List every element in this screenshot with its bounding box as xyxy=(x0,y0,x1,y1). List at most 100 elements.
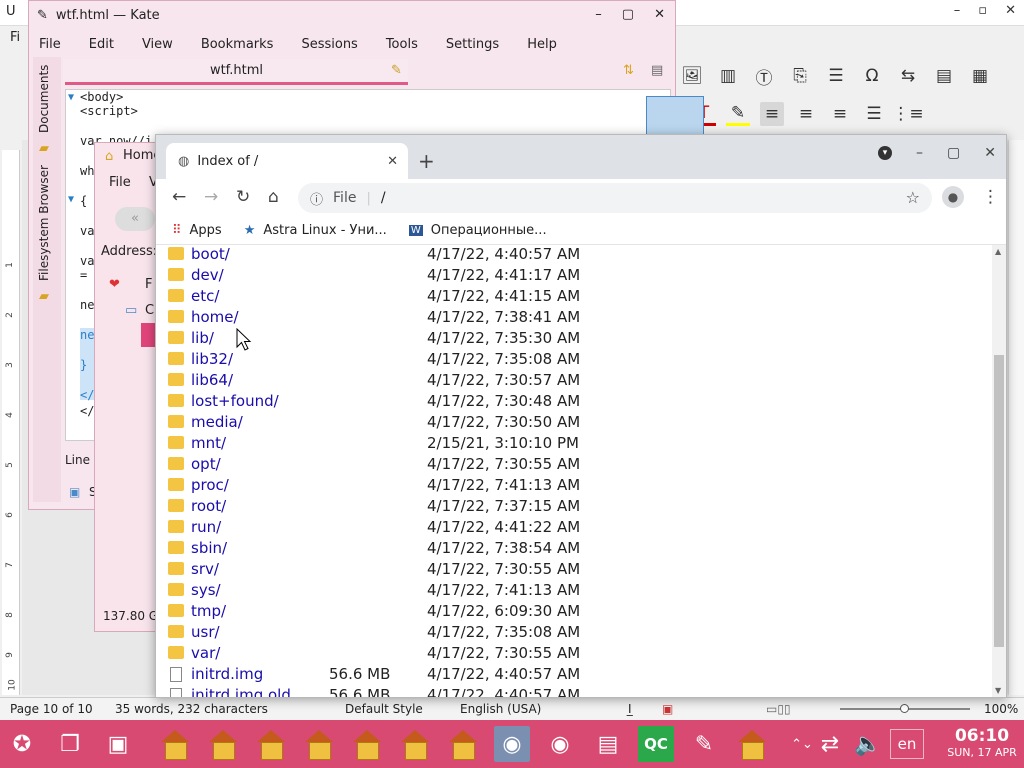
menu-bookmarks[interactable]: Bookmarks xyxy=(201,37,274,52)
network-icon[interactable]: ⇄ xyxy=(812,726,848,762)
entry-link[interactable]: initrd.img xyxy=(191,665,263,683)
align-center-icon[interactable]: ≡ xyxy=(794,102,818,126)
quick-open-icon[interactable]: ▤ xyxy=(651,63,663,78)
align-left-icon[interactable]: ≡ xyxy=(760,102,784,126)
minimize-button[interactable]: – xyxy=(595,7,602,22)
entry-link[interactable]: lib/ xyxy=(191,329,214,347)
windows-icon[interactable]: ❐ xyxy=(52,726,88,762)
entry-link[interactable]: proc/ xyxy=(191,476,229,494)
status-zoom[interactable]: 100% xyxy=(984,702,1018,716)
insert-mode-icon[interactable]: I̲ xyxy=(628,702,632,716)
document-scrollbar[interactable] xyxy=(1008,140,1024,695)
menu-view[interactable]: View xyxy=(142,37,173,52)
menu-icon[interactable]: ⋮ xyxy=(982,187,999,207)
tab-search-icon[interactable]: ▾ xyxy=(878,146,893,160)
status-page[interactable]: Page 10 of 10 xyxy=(10,702,93,716)
close-tab-icon[interactable]: ✕ xyxy=(387,154,398,169)
profile-icon[interactable]: ● xyxy=(942,186,964,208)
minimize-button[interactable]: – xyxy=(916,145,923,161)
folder-app-icon[interactable] xyxy=(157,726,193,762)
tab-filesystem-browser[interactable]: Filesystem Browser xyxy=(37,165,51,281)
entry-link[interactable]: home/ xyxy=(191,308,239,326)
volume-icon[interactable]: 🔈 xyxy=(850,726,886,762)
footer-icon[interactable]: ▦ xyxy=(968,64,992,88)
back-button[interactable]: « xyxy=(115,207,155,231)
entry-link[interactable]: mnt/ xyxy=(191,434,226,452)
writer-app-icon[interactable]: ▤ xyxy=(590,726,626,762)
zoom-slider-handle[interactable] xyxy=(900,704,909,713)
menu-help[interactable]: Help xyxy=(527,37,557,52)
entry-link[interactable]: media/ xyxy=(191,413,243,431)
back-icon[interactable]: ← xyxy=(172,187,186,207)
header-icon[interactable]: ▤ xyxy=(932,64,956,88)
split-view-icon[interactable]: ⇅ xyxy=(623,63,634,78)
tab-documents[interactable]: Documents xyxy=(37,65,51,133)
align-right-icon[interactable]: ≡ xyxy=(828,102,852,126)
maximize-button[interactable]: ▫ xyxy=(978,3,987,18)
folder-app-icon[interactable] xyxy=(253,726,289,762)
status-style[interactable]: Default Style xyxy=(345,702,423,716)
save-status-icon[interactable]: ▣ xyxy=(662,702,673,716)
tv-icon[interactable]: ▣ xyxy=(100,726,136,762)
new-tab-button[interactable]: + xyxy=(418,149,435,173)
status-words[interactable]: 35 words, 232 characters xyxy=(115,702,268,716)
entry-link[interactable]: sys/ xyxy=(191,581,221,599)
menu-file[interactable]: File xyxy=(39,37,61,52)
info-icon[interactable]: ⓘ xyxy=(310,189,323,208)
kate-minimap[interactable] xyxy=(646,96,704,136)
menu-edit[interactable]: Edit xyxy=(89,37,114,52)
folder-app-icon[interactable] xyxy=(734,726,770,762)
page-scrollbar[interactable]: ▲ ▼ xyxy=(992,245,1006,697)
entry-link[interactable]: initrd.img.old xyxy=(191,686,291,697)
justify-icon[interactable]: ☰ xyxy=(862,102,886,126)
highlight-icon[interactable]: ✎ xyxy=(726,102,750,126)
forward-icon[interactable]: → xyxy=(204,187,218,207)
tab-wtf-html[interactable]: wtf.html xyxy=(65,59,408,85)
chrome-app-icon[interactable]: ◉ xyxy=(542,726,578,762)
entry-link[interactable]: lib64/ xyxy=(191,371,233,389)
entry-link[interactable]: lost+found/ xyxy=(191,392,279,410)
folder-app-icon[interactable] xyxy=(397,726,433,762)
maximize-button[interactable]: ▢ xyxy=(947,145,960,161)
field-icon[interactable]: ⇆ xyxy=(896,64,920,88)
folder-app-icon[interactable] xyxy=(445,726,481,762)
omnibox[interactable]: ⓘ File | / ☆ xyxy=(298,183,932,213)
star-icon[interactable]: ☆ xyxy=(906,188,920,207)
minimize-button[interactable]: – xyxy=(954,3,961,18)
tree-item-favorites[interactable]: F xyxy=(145,277,152,292)
tab-index-of[interactable]: ◍ Index of / ✕ xyxy=(166,143,408,179)
folder-app-icon[interactable] xyxy=(349,726,385,762)
entry-link[interactable]: var/ xyxy=(191,644,220,662)
scroll-up-icon[interactable]: ▲ xyxy=(995,247,1001,256)
entry-link[interactable]: srv/ xyxy=(191,560,219,578)
language-indicator[interactable]: en xyxy=(890,729,924,759)
omega-icon[interactable]: Ω xyxy=(860,64,884,88)
entry-link[interactable]: tmp/ xyxy=(191,602,226,620)
menu-sessions[interactable]: Sessions xyxy=(301,37,357,52)
bookmark-os[interactable]: W Операционные... xyxy=(408,223,547,238)
folder-app-icon[interactable] xyxy=(301,726,337,762)
menu-file[interactable]: File xyxy=(109,175,131,190)
menu-tools[interactable]: Tools xyxy=(386,37,418,52)
tree-item-computer[interactable]: C xyxy=(145,303,154,318)
align-icon[interactable]: ☰ xyxy=(824,64,848,88)
close-button[interactable]: ✕ xyxy=(984,145,996,161)
home-icon[interactable]: ⌂ xyxy=(268,187,279,207)
list-icon[interactable]: ⋮≡ xyxy=(892,102,923,126)
entry-link[interactable]: opt/ xyxy=(191,455,221,473)
qc-app-icon[interactable]: QC xyxy=(638,726,674,762)
scrollbar-thumb[interactable] xyxy=(994,355,1004,647)
bookmark-astra[interactable]: ★ Astra Linux - Уни... xyxy=(244,223,387,238)
status-language[interactable]: English (USA) xyxy=(460,702,541,716)
entry-link[interactable]: usr/ xyxy=(191,623,220,641)
textbox-icon[interactable]: Ⓣ xyxy=(752,64,776,89)
fold-arrow-icon[interactable]: ▼ xyxy=(68,92,74,103)
start-menu-icon[interactable]: ✪ xyxy=(4,726,40,762)
folder-app-icon[interactable] xyxy=(205,726,241,762)
entry-link[interactable]: sbin/ xyxy=(191,539,227,557)
image-icon[interactable]: 🖼 xyxy=(680,64,704,88)
entry-link[interactable]: dev/ xyxy=(191,266,224,284)
entry-link[interactable]: run/ xyxy=(191,518,221,536)
entry-link[interactable]: boot/ xyxy=(191,245,230,263)
zoom-slider[interactable] xyxy=(840,704,970,713)
